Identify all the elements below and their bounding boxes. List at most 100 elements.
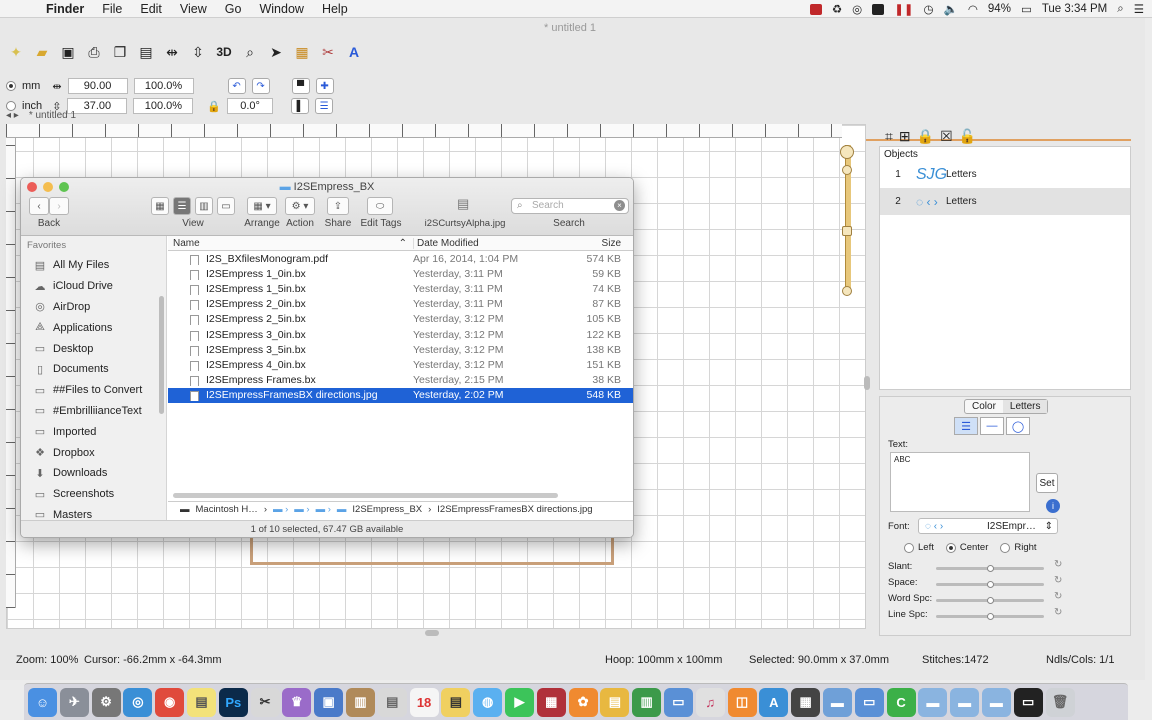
dock-app-icon[interactable]: ▥ [345, 687, 375, 717]
menu-window[interactable]: Window [259, 2, 303, 16]
dock-app-icon[interactable]: ♛ [282, 687, 312, 717]
reset-icon[interactable]: ↻ [1054, 559, 1062, 570]
text-editor-dock-icon[interactable]: ▤ [377, 687, 407, 717]
width-percent-field[interactable]: 100.0% [133, 78, 194, 94]
chrome-dock-icon[interactable]: ◉ [155, 687, 185, 717]
sidebar-item-desktop[interactable]: ▭ Desktop [21, 338, 166, 359]
file-row[interactable]: I2SEmpress 3_5in.bx Yesterday, 3:12 PM 138… [168, 342, 633, 357]
folder-dock-icon[interactable]: ▬ [822, 687, 852, 717]
sidebar-item-embrilliance-text[interactable]: ▭ #EmbrilliianceText [21, 401, 166, 422]
line-space-thumb[interactable] [987, 613, 994, 620]
info-icon[interactable]: i [1046, 499, 1060, 513]
object-row[interactable]: 2 ◌ ‹ › Letters [880, 188, 1130, 215]
path-drive[interactable]: Macintosh H… [196, 504, 258, 515]
mirror-vertical-icon[interactable]: ⇳ [188, 42, 208, 62]
menu-help[interactable]: Help [322, 2, 348, 16]
wifi-icon[interactable]: ◠ [968, 2, 978, 16]
embrilliance-dock-icon[interactable]: ✂ [250, 687, 280, 717]
open-folder-icon[interactable]: ▰ [32, 42, 52, 62]
path-folder-icon[interactable]: ▬ › [316, 504, 331, 515]
path-folder-icon[interactable]: ▬ › [273, 504, 288, 515]
text-input[interactable]: ABC [890, 452, 1030, 512]
menu-view[interactable]: View [180, 2, 207, 16]
tab-nav-arrows[interactable]: ◂ ▸ [6, 110, 19, 121]
zoom-thumb[interactable] [842, 226, 852, 236]
record-icon[interactable] [809, 3, 822, 15]
3d-view-icon[interactable]: 3D [214, 42, 234, 62]
calendar-dock-icon[interactable]: 18 [409, 687, 439, 717]
file-row[interactable]: I2SEmpressFramesBX directions.jpg Yesterd… [168, 387, 633, 403]
volume-icon[interactable]: 🔈 [944, 2, 958, 16]
paste-icon[interactable]: ▤ [136, 42, 156, 62]
file-row[interactable]: I2SEmpress 1_0in.bx Yesterday, 3:11 PM 59 … [168, 266, 633, 281]
downloads-folder-dock-icon[interactable]: ▬ [981, 687, 1011, 717]
align-center-radio[interactable] [945, 542, 956, 553]
photoshop-dock-icon[interactable]: Ps [218, 687, 248, 717]
search-input[interactable]: ⌕ Search × [511, 198, 629, 214]
dock-app-icon[interactable]: ▦ [536, 687, 566, 717]
text-tool-icon[interactable]: A [344, 42, 364, 62]
icon-view-button[interactable]: ▦ [151, 197, 169, 215]
list-view-button[interactable]: ☰ [173, 197, 191, 215]
dock-app-icon[interactable]: ▦ [791, 687, 821, 717]
mirror-horizontal-icon[interactable]: ⇹ [162, 42, 182, 62]
save-icon[interactable]: ▣ [58, 42, 78, 62]
print-icon[interactable]: ⎙ [84, 42, 104, 62]
sidebar-item-files-to-convert[interactable]: ▭ ##Files to Convert [21, 380, 166, 401]
column-view-button[interactable]: ▥ [195, 197, 213, 215]
line-icon[interactable]: — [980, 417, 1004, 435]
battery-icon[interactable]: ▭ [1021, 2, 1032, 16]
dock-app-icon[interactable]: ▤ [600, 687, 630, 717]
path-folder-icon[interactable]: ▬ › [294, 504, 309, 515]
dock-app-icon[interactable]: ▭ [854, 687, 884, 717]
lock-icon[interactable]: 🔒 [917, 128, 934, 145]
pause-icon[interactable]: ❚❚ [894, 2, 913, 16]
sidebar-scrollbar[interactable] [159, 296, 164, 414]
mm-radio[interactable] [6, 81, 16, 91]
file-thumbnail-icon[interactable]: ▤ [457, 196, 469, 212]
circle-icon[interactable]: ◯ [1006, 417, 1030, 435]
forward-button[interactable]: › [49, 197, 69, 215]
group-icon[interactable]: ⌗ [885, 128, 893, 145]
messages-dock-icon[interactable]: ◍ [473, 687, 503, 717]
rotate-right-button[interactable]: ↷ [251, 78, 270, 94]
center-button[interactable]: ✚ [315, 78, 334, 94]
multiline-icon[interactable]: ☰ [954, 417, 978, 435]
arrange-button[interactable]: ▦ ▾ [247, 197, 277, 215]
sidebar-item-downloads[interactable]: ⬇ Downloads [21, 463, 166, 484]
app-store-dock-icon[interactable]: A [759, 687, 789, 717]
dock-app-icon[interactable]: ▭ [1013, 687, 1043, 717]
path-file[interactable]: I2SEmpressFramesBX directions.jpg [437, 504, 592, 515]
rotation-field[interactable]: 0.0° [227, 98, 274, 114]
app-status-icon[interactable] [872, 3, 885, 15]
width-field[interactable]: 90.00 [67, 78, 128, 94]
file-row[interactable]: I2SEmpress Frames.bx Yesterday, 2:15 PM 38… [168, 373, 633, 388]
column-size[interactable]: Size [563, 238, 621, 249]
vertical-scrollbar[interactable] [864, 376, 870, 390]
back-button[interactable]: ‹ [29, 197, 49, 215]
sidebar-item-screenshots[interactable]: ▭ Screenshots [21, 484, 166, 505]
share-button[interactable]: ⇪ [327, 197, 349, 215]
file-row[interactable]: I2SEmpress 4_0in.bx Yesterday, 3:12 PM 151… [168, 357, 633, 372]
file-list-scrollbar[interactable] [173, 493, 558, 498]
zoom-out-icon[interactable] [842, 286, 852, 296]
system-preferences-dock-icon[interactable]: ⚙ [91, 687, 121, 717]
sidebar-item-dropbox[interactable]: ❖ Dropbox [21, 442, 166, 463]
sidebar-item-all-my-files[interactable]: ▤ All My Files [21, 255, 166, 276]
trash-dock-icon[interactable]: 🗑 [1045, 687, 1075, 717]
keynote-dock-icon[interactable]: ▭ [663, 687, 693, 717]
document-tab[interactable]: ◂ ▸ * untitled 1 [6, 108, 126, 122]
action-button[interactable]: ⚙ ▾ [285, 197, 315, 215]
menu-app-name[interactable]: Finder [46, 2, 84, 16]
file-row[interactable]: I2SEmpress 3_0in.bx Yesterday, 3:12 PM 122… [168, 327, 633, 342]
dock-app-icon[interactable]: C [886, 687, 916, 717]
battery-percent[interactable]: 94% [988, 3, 1011, 15]
new-icon[interactable]: ✦ [6, 42, 26, 62]
tab-letters[interactable]: Letters [1002, 400, 1048, 413]
set-button[interactable]: Set [1036, 473, 1058, 493]
sidebar-item-airdrop[interactable]: ◎ AirDrop [21, 297, 166, 318]
align-left-button[interactable]: ▌ [291, 98, 310, 114]
zoom-in-icon[interactable] [842, 165, 852, 175]
space-thumb[interactable] [987, 581, 994, 588]
clear-search-icon[interactable]: × [614, 200, 625, 211]
